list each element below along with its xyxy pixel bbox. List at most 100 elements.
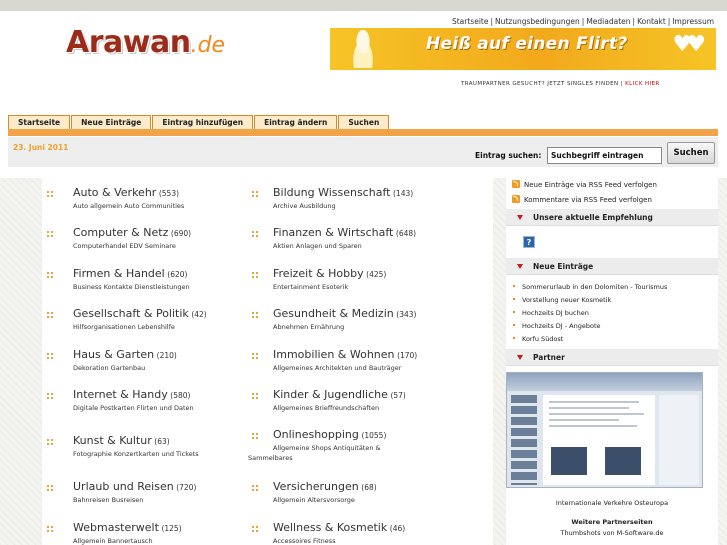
site-logo[interactable]: Arawan.de: [66, 25, 225, 60]
category-subcats[interactable]: Allgemeines Brieffreundschaften: [273, 404, 379, 412]
nav-tab-eintrag-aendern[interactable]: Eintrag ändern: [254, 115, 338, 129]
woman-silhouette-icon: [348, 30, 378, 68]
category-subcats[interactable]: Accessoires Fitness: [273, 537, 336, 545]
category-count: (210): [156, 351, 177, 360]
category-link[interactable]: Immobilien & Wohnen: [273, 348, 395, 361]
category-count: (425): [366, 270, 387, 279]
category-subcats[interactable]: Entertainment Esoterik: [273, 283, 348, 291]
dots-bullet-icon: [252, 485, 260, 493]
category-link[interactable]: Freizeit & Hobby: [273, 267, 364, 280]
dots-bullet-icon: [47, 439, 55, 447]
list-item[interactable]: Hochzeits DJ - Angebote: [513, 322, 601, 330]
dots-bullet-icon: [47, 231, 55, 239]
news-link[interactable]: Vorstellung neuer Kosmetik: [522, 296, 611, 304]
category-count: (63): [154, 437, 170, 446]
partner-thumbnail[interactable]: [506, 372, 703, 488]
category-link[interactable]: Onlineshopping: [273, 428, 359, 441]
toplink-startseite[interactable]: Startseite: [452, 17, 488, 26]
category-link[interactable]: Finanzen & Wirtschaft: [273, 226, 393, 239]
flirt-banner[interactable]: Heiß auf einen Flirt? ♥♥: [330, 28, 716, 70]
category-link[interactable]: Gesellschaft & Politik: [73, 307, 189, 320]
category-subcats[interactable]: Computerhandel EDV Seminare: [73, 242, 176, 250]
section-title: Unsere aktuelle Empfehlung: [533, 213, 653, 222]
list-item[interactable]: Sommerurlaub in den Dolomiten - Tourismu…: [513, 283, 667, 291]
nav-tab-suchen[interactable]: Suchen: [338, 115, 390, 129]
category-subcats[interactable]: Dekoration Gartenbau: [73, 364, 145, 372]
category-link[interactable]: Wellness & Kosmetik: [273, 521, 387, 534]
list-item[interactable]: Korfu Südost: [513, 335, 563, 343]
category-subcats[interactable]: Auto allgemein Auto Communities: [73, 202, 184, 210]
category-subcats[interactable]: Allgemein Bannertausch: [73, 537, 153, 545]
partner-caption[interactable]: Internationale Verkehre Osteuropa: [506, 499, 718, 507]
category-subcats[interactable]: Bahnreisen Busreisen: [73, 496, 143, 504]
category-link[interactable]: Versicherungen: [273, 480, 359, 493]
current-date: 23. Juni 2011: [13, 143, 69, 152]
hearts-icon: ♥♥: [672, 32, 707, 57]
category-link[interactable]: Haus & Garten: [73, 348, 154, 361]
category-subcats[interactable]: Fotographie Konzertkarten und Tickets: [73, 450, 199, 458]
category-link[interactable]: Gesundheit & Medizin: [273, 307, 394, 320]
section-header-empfehlung[interactable]: Unsere aktuelle Empfehlung: [506, 209, 718, 226]
section-title: Partner: [533, 353, 565, 362]
toplink-mediadaten[interactable]: Mediadaten: [586, 17, 630, 26]
news-link[interactable]: Korfu Südost: [522, 335, 563, 343]
triangle-down-icon: [517, 355, 523, 360]
category-count: (46): [389, 524, 406, 533]
search-input[interactable]: [547, 147, 662, 164]
category-subcats[interactable]: Abnehmen Ernährung: [273, 323, 344, 331]
category-subcats[interactable]: Business Kontakte Dienstleistungen: [73, 283, 190, 291]
category-subcats[interactable]: Digitale Postkarten Flirten und Daten: [73, 404, 194, 412]
category-link[interactable]: Kunst & Kultur: [73, 434, 152, 447]
category-link[interactable]: Bildung Wissenschaft: [273, 186, 390, 199]
category-link[interactable]: Webmasterwelt: [73, 521, 159, 534]
dots-bullet-icon: [252, 312, 260, 320]
section-header-neue-eintraege[interactable]: Neue Einträge: [506, 258, 718, 275]
section-title: Neue Einträge: [533, 262, 594, 271]
list-item[interactable]: Vorstellung neuer Kosmetik: [513, 296, 611, 304]
dots-bullet-icon: [252, 393, 260, 401]
nav-tab-neue-eintraege[interactable]: Neue Einträge: [71, 115, 152, 129]
thumbshots-credit[interactable]: Thumbshots von M-Software.de: [506, 529, 718, 537]
news-link[interactable]: Sommerurlaub in den Dolomiten - Tourismu…: [522, 283, 667, 291]
search-label: Eintrag suchen:: [475, 151, 542, 160]
nav-accent-bar: [8, 129, 718, 136]
category-link[interactable]: Firmen & Handel: [73, 267, 165, 280]
dots-bullet-icon: [47, 526, 55, 534]
category-subcats[interactable]: Allgemeine Shops Antiquitäten & Sammelba…: [248, 443, 408, 463]
category-link[interactable]: Internet & Handy: [73, 388, 168, 401]
section-header-partner[interactable]: Partner: [506, 349, 718, 366]
category-subcats[interactable]: Allgemein Altersvorsorge: [273, 496, 355, 504]
logo-suffix: .de: [190, 33, 226, 58]
category-link[interactable]: Computer & Netz: [73, 226, 168, 239]
toplink-impressum[interactable]: Impressum: [672, 17, 714, 26]
banner-klick-link[interactable]: KLICK HIER: [625, 81, 660, 87]
rss-entries-link[interactable]: Neue Einträge via RSS Feed verfolgen: [512, 180, 657, 189]
category-count: (170): [397, 351, 418, 360]
news-link[interactable]: Hochzeits DJ - Angebote: [522, 322, 601, 330]
rss-comments-link[interactable]: Kommentare via RSS Feed verfolgen: [512, 195, 652, 204]
nav-tab-eintrag-hinzufuegen[interactable]: Eintrag hinzufügen: [152, 115, 254, 129]
toplink-kontakt[interactable]: Kontakt: [637, 17, 666, 26]
rss-icon: [512, 180, 520, 188]
list-item[interactable]: Hochzeits DJ buchen: [513, 309, 589, 317]
dots-bullet-icon: [47, 393, 55, 401]
category-subcats[interactable]: Allgemeines Architekten und Bauträger: [273, 364, 401, 372]
category-count: (57): [390, 391, 406, 400]
category-count: (1055): [361, 431, 387, 440]
category-subcats[interactable]: Hilfsorganisationen Lebenshilfe: [73, 323, 175, 331]
date-search-bar: 23. Juni 2011 Eintrag suchen: Suchen: [8, 137, 718, 167]
partner-more-link[interactable]: Weitere Partnerseiten: [506, 518, 718, 526]
nav-tab-startseite[interactable]: Startseite: [8, 115, 71, 129]
toplink-nutzungsbedingungen[interactable]: Nutzungsbedingungen: [495, 17, 580, 26]
news-link[interactable]: Hochzeits DJ buchen: [522, 309, 589, 317]
category-link[interactable]: Kinder & Jugendliche: [273, 388, 388, 401]
search-button[interactable]: Suchen: [667, 142, 715, 164]
question-icon[interactable]: ?: [523, 236, 535, 248]
category-link[interactable]: Auto & Verkehr: [73, 186, 156, 199]
dots-bullet-icon: [252, 191, 260, 199]
category-link[interactable]: Urlaub und Reisen: [73, 480, 174, 493]
category-subcats[interactable]: Aktien Anlagen und Sparen: [273, 242, 362, 250]
banner-sub-text: TRAUMPARTNER GESUCHT? JETZT SINGLES FIND…: [461, 81, 623, 87]
rss-icon: [512, 195, 520, 203]
category-subcats[interactable]: Archive Ausbildung: [273, 202, 336, 210]
